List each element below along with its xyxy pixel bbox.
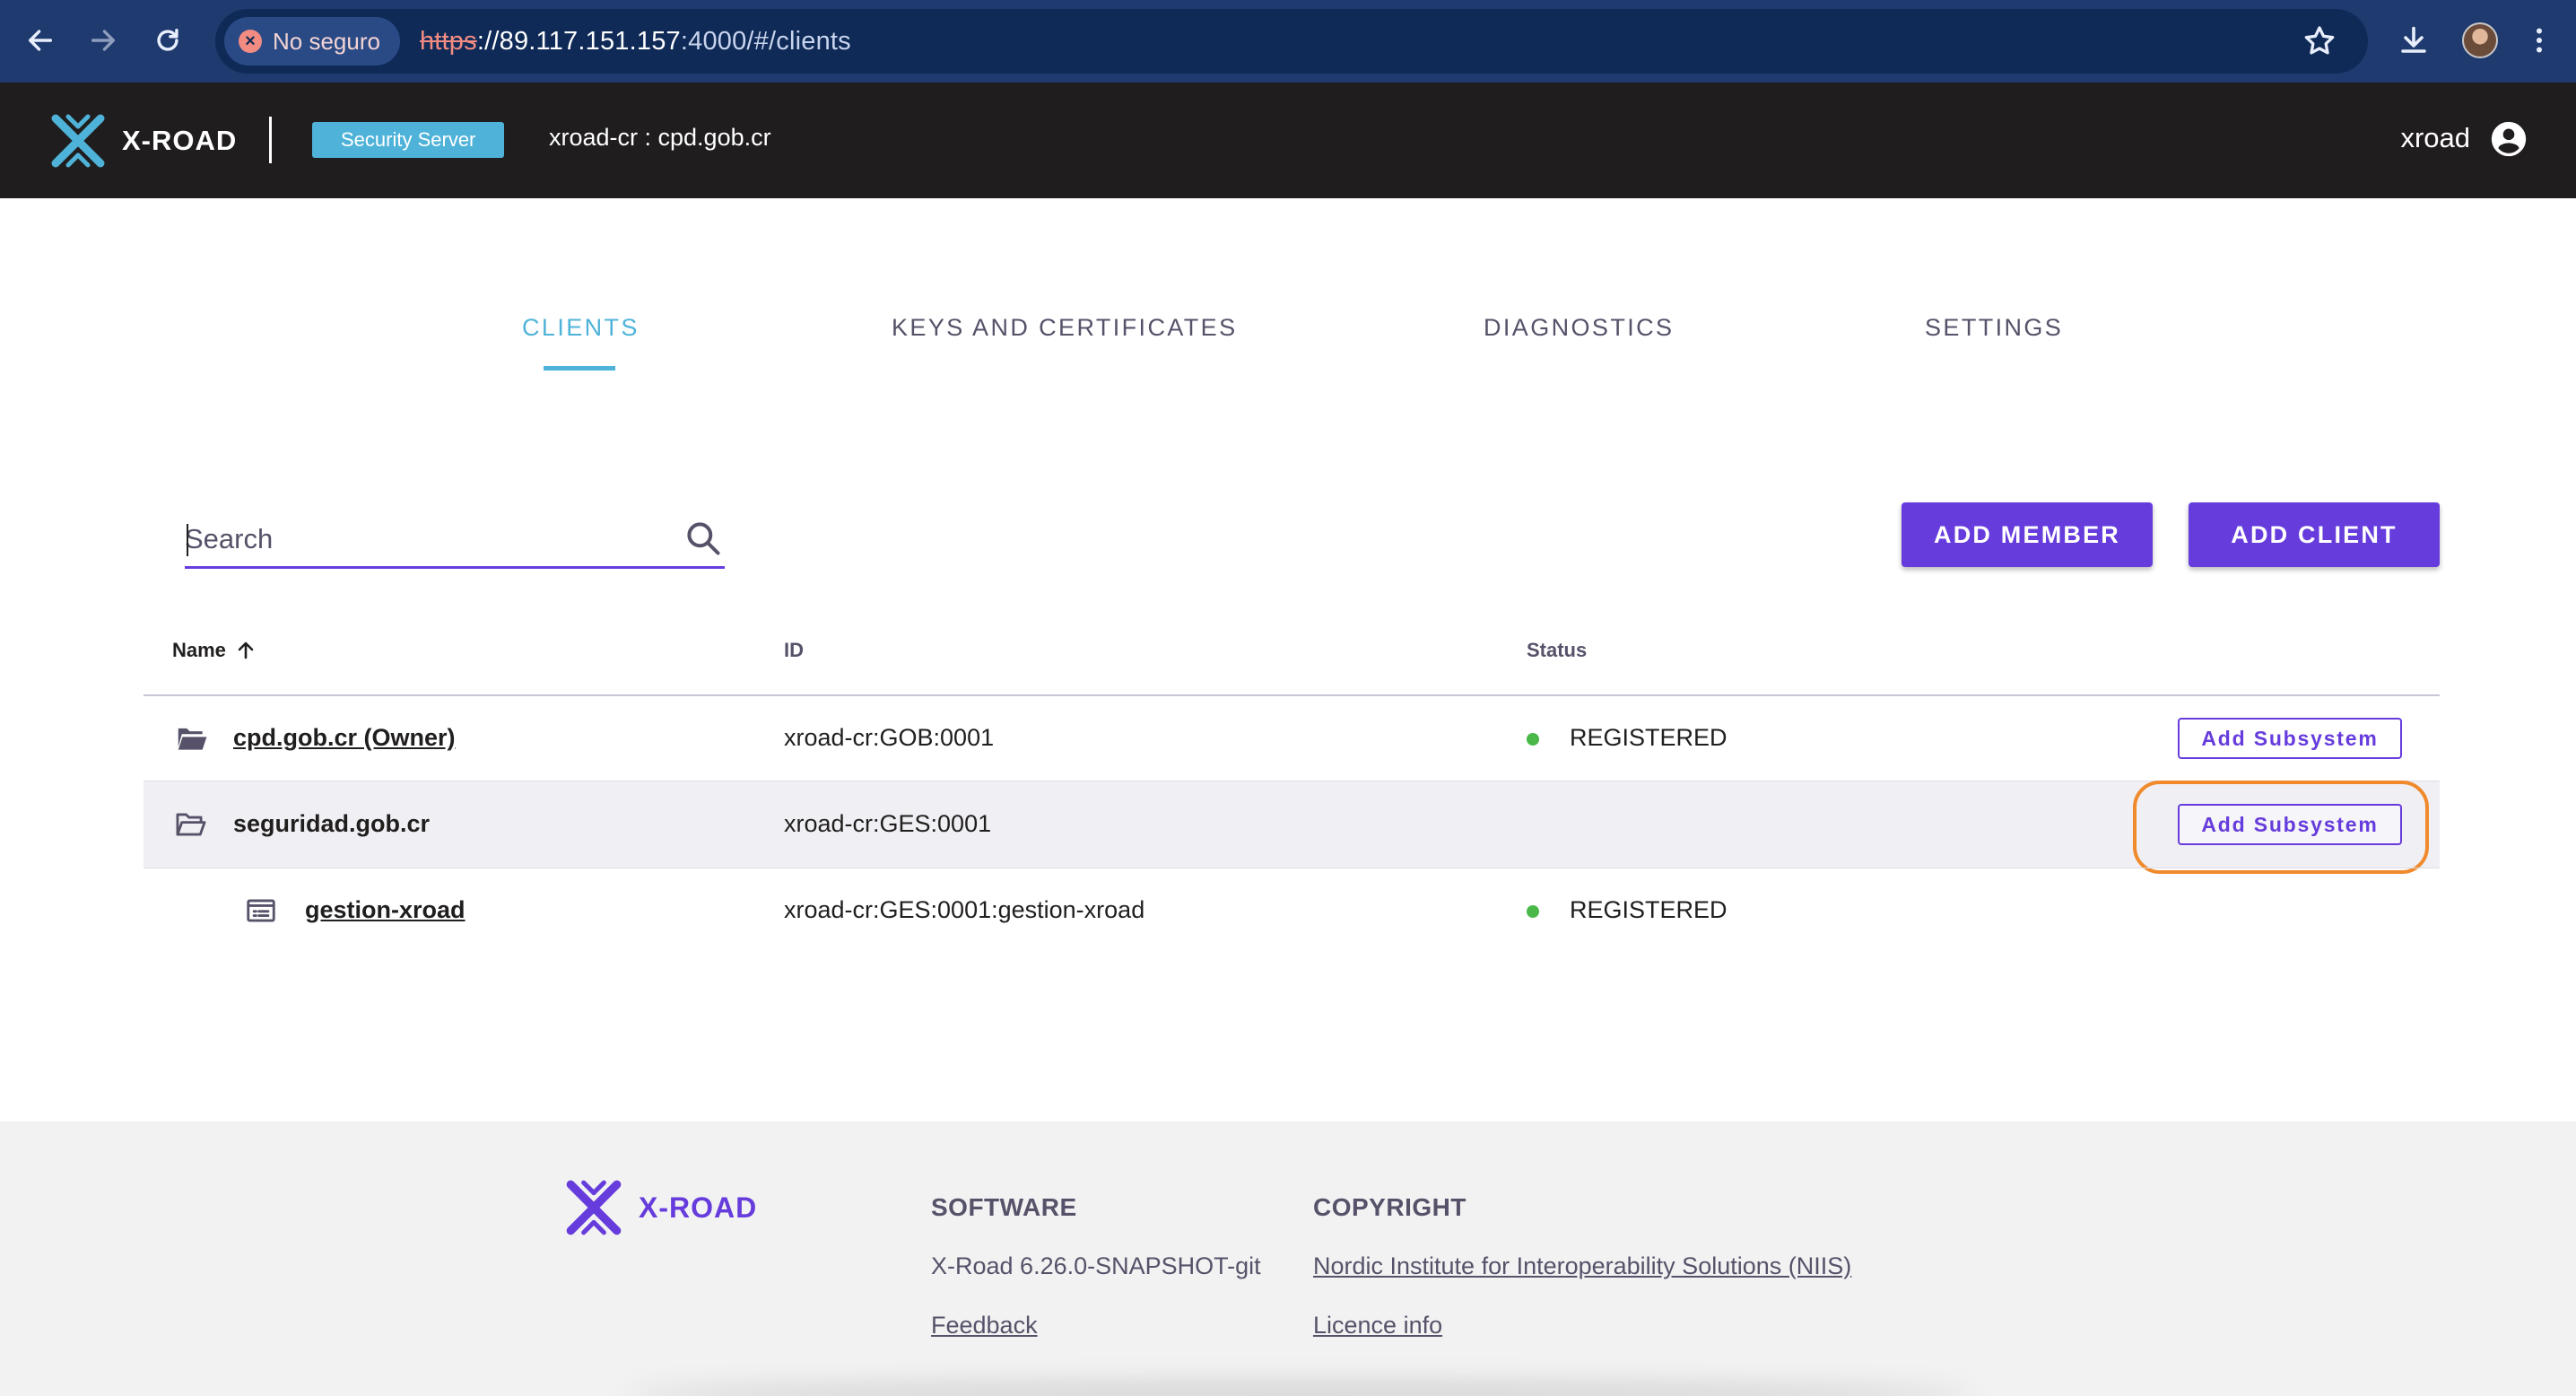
client-name-link[interactable]: cpd.gob.cr (Owner) (233, 724, 456, 752)
footer-logo-text: X-ROAD (639, 1191, 758, 1224)
subsystem-icon (247, 899, 275, 922)
tab-settings[interactable]: SETTINGS (1925, 314, 2063, 342)
column-header-id: ID (784, 639, 804, 661)
site-security-chip[interactable]: × No seguro (224, 17, 400, 65)
table-row (144, 696, 2440, 782)
profile-button[interactable] (2452, 13, 2508, 68)
xroad-logo[interactable]: X-ROAD (47, 109, 237, 172)
back-button[interactable] (13, 13, 68, 68)
browser-toolbar: × No seguro https://89.117.151.157:4000/… (0, 0, 2576, 83)
footer-shadow (628, 1382, 1973, 1396)
arrow-right-icon (91, 30, 116, 51)
insecure-label: No seguro (273, 27, 380, 55)
url-path: :4000/#/clients (680, 26, 851, 56)
downloads-button[interactable] (2386, 13, 2441, 68)
client-id: xroad-cr:GOB:0001 (784, 724, 995, 751)
xroad-logo-icon (566, 1180, 622, 1235)
server-identifier: xroad-cr : cpd.gob.cr (549, 124, 771, 151)
status-registered-dot (1527, 905, 1539, 918)
app-header: X-ROAD Security Server xroad-cr : cpd.go… (0, 83, 2576, 198)
user-name[interactable]: xroad (2400, 122, 2470, 154)
reload-button[interactable] (140, 13, 196, 68)
search-input[interactable] (185, 517, 651, 562)
account-circle-icon[interactable] (2488, 118, 2529, 160)
tab-keys-and-certificates[interactable]: KEYS AND CERTIFICATES (892, 314, 1237, 342)
table-row (144, 781, 2440, 868)
footer-niis-link[interactable]: Nordic Institute for Interoperability So… (1313, 1252, 1851, 1280)
client-id: xroad-cr:GES:0001:gestion-xroad (784, 896, 1145, 923)
bookmark-star-icon[interactable] (2302, 23, 2337, 59)
search-icon[interactable] (683, 519, 723, 558)
footer-feedback-link[interactable]: Feedback (931, 1312, 1038, 1339)
header-divider (269, 117, 272, 163)
table-row (144, 868, 2440, 955)
insecure-icon: × (239, 30, 262, 53)
client-name-link[interactable]: seguridad.gob.cr (233, 810, 430, 838)
column-header-name[interactable]: Name (172, 639, 257, 662)
status-registered-dot (1527, 733, 1539, 746)
add-client-button[interactable]: ADD CLIENT (2189, 502, 2440, 567)
page-footer: X-ROAD SOFTWARE X-Road 6.26.0-SNAPSHOT-g… (0, 1121, 2576, 1396)
folder-icon (177, 728, 207, 750)
browser-menu-button[interactable] (2511, 13, 2567, 68)
column-header-status: Status (1527, 639, 1588, 661)
add-member-button[interactable]: ADD MEMBER (1902, 502, 2153, 567)
active-tab-indicator (544, 366, 615, 371)
footer-software-heading: SOFTWARE (931, 1193, 1077, 1221)
footer-copyright-heading: COPYRIGHT (1313, 1193, 1466, 1221)
annotation-highlight-ring (2133, 781, 2429, 874)
logo-text: X-ROAD (122, 125, 238, 156)
column-header-name-label: Name (172, 639, 226, 661)
footer-licence-link[interactable]: Licence info (1313, 1312, 1442, 1339)
server-type-badge: Security Server (312, 122, 505, 158)
reload-icon (157, 28, 178, 51)
client-status: REGISTERED (1570, 896, 1727, 923)
url-text[interactable]: https://89.117.151.157:4000/#/clients (420, 27, 851, 57)
sort-ascending-icon[interactable] (235, 640, 257, 661)
tab-diagnostics[interactable]: DIAGNOSTICS (1484, 314, 1674, 342)
text-caret (187, 524, 188, 556)
search-field[interactable] (185, 508, 725, 569)
url-scheme: https (419, 26, 477, 56)
xroad-logo-icon (51, 114, 105, 168)
download-icon (2401, 26, 2426, 53)
tab-clients[interactable]: CLIENTS (522, 314, 640, 342)
client-id: xroad-cr:GES:0001 (784, 810, 992, 837)
profile-avatar (2462, 22, 2498, 58)
folder-open-icon (176, 813, 206, 836)
url-host: ://89.117.151.157 (476, 26, 681, 56)
kebab-menu-icon (2537, 28, 2542, 53)
arrow-left-icon (28, 30, 53, 51)
address-bar[interactable]: × No seguro https://89.117.151.157:4000/… (215, 9, 2368, 74)
footer-xroad-logo: X-ROAD (561, 1175, 757, 1240)
client-status: REGISTERED (1570, 724, 1727, 751)
add-subsystem-button[interactable]: Add Subsystem (2178, 718, 2402, 759)
forward-button[interactable] (75, 13, 131, 68)
subsystem-name-link[interactable]: gestion-xroad (305, 896, 466, 924)
footer-version: X-Road 6.26.0-SNAPSHOT-git (931, 1252, 1261, 1279)
